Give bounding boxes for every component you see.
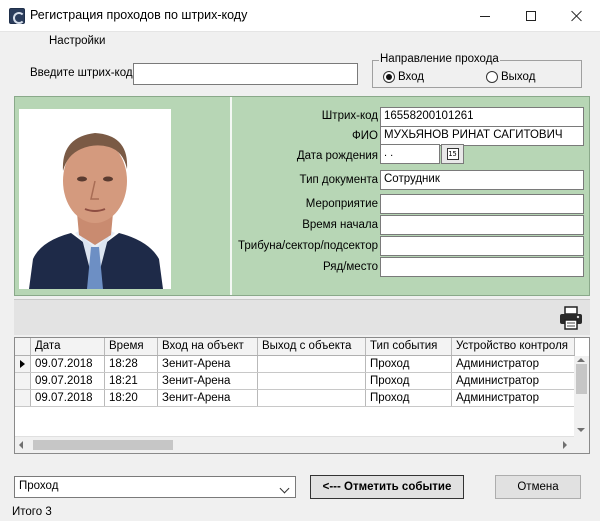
- cell-device: Администратор: [452, 390, 575, 406]
- current-row-icon: [20, 360, 25, 368]
- scroll-down-icon[interactable]: [577, 428, 585, 432]
- grid-vertical-scrollbar[interactable]: [574, 356, 589, 436]
- row-seat-field[interactable]: [380, 257, 584, 277]
- grid-header: Дата Время Вход на объект Выход с объект…: [15, 338, 575, 356]
- grid-header-indicator: [15, 338, 31, 355]
- scrollbar-corner: [574, 436, 589, 453]
- cell-date: 09.07.2018: [31, 373, 105, 389]
- direction-legend: Направление прохода: [379, 53, 500, 65]
- direction-out-label: Выход: [501, 71, 536, 83]
- cell-time: 18:21: [105, 373, 158, 389]
- column-time[interactable]: Время: [105, 338, 158, 355]
- column-exit[interactable]: Выход с объекта: [258, 338, 366, 355]
- barcode-field-label: Штрих-код: [321, 110, 378, 122]
- column-event-type[interactable]: Тип события: [366, 338, 452, 355]
- calendar-icon: 15: [446, 148, 459, 160]
- start-time-field-label: Время начала: [302, 219, 378, 231]
- close-icon: [571, 10, 583, 22]
- mark-event-button[interactable]: <--- Отметить событие: [310, 475, 464, 499]
- cell-date: 09.07.2018: [31, 356, 105, 372]
- table-row[interactable]: 09.07.2018 18:20 Зенит-Арена Проход Адми…: [15, 390, 575, 407]
- table-row[interactable]: 09.07.2018 18:28 Зенит-Арена Проход Адми…: [15, 356, 575, 373]
- column-device[interactable]: Устройство контроля: [452, 338, 575, 355]
- menu-settings[interactable]: Настройки: [46, 35, 108, 47]
- tribune-field[interactable]: [380, 236, 584, 256]
- document-type-field-label: Тип документа: [299, 174, 378, 186]
- cell-entry: Зенит-Арена: [158, 390, 258, 406]
- direction-group: Направление прохода Вход Выход: [372, 53, 582, 88]
- events-grid: Дата Время Вход на объект Выход с объект…: [14, 337, 590, 454]
- event-type-select[interactable]: Проход: [14, 476, 296, 498]
- window-title: Регистрация проходов по штрих-коду: [30, 8, 248, 22]
- row-indicator: [15, 373, 31, 389]
- menu-bar: Настройки: [0, 32, 600, 52]
- vertical-scroll-thumb[interactable]: [576, 364, 587, 394]
- total-count: Итого 3: [12, 506, 52, 518]
- calendar-button[interactable]: 15: [441, 144, 464, 164]
- cell-device: Администратор: [452, 373, 575, 389]
- horizontal-scroll-thumb[interactable]: [33, 440, 173, 450]
- direction-in-label: Вход: [398, 71, 425, 83]
- column-date[interactable]: Дата: [31, 338, 105, 355]
- cell-time: 18:20: [105, 390, 158, 406]
- grid-toolbar: [14, 299, 590, 335]
- cell-exit: [258, 390, 366, 406]
- barcode-input[interactable]: [133, 63, 358, 85]
- row-indicator: [15, 390, 31, 406]
- minimize-icon: [480, 15, 490, 17]
- column-entry[interactable]: Вход на объект: [158, 338, 258, 355]
- radio-checked-icon: [383, 71, 395, 83]
- fullname-field-label: ФИО: [352, 130, 378, 142]
- cell-event-type: Проход: [366, 373, 452, 389]
- birthdate-field-label: Дата рождения: [296, 150, 378, 162]
- grid-horizontal-scrollbar[interactable]: [15, 436, 575, 453]
- start-time-field[interactable]: [380, 215, 584, 235]
- cell-exit: [258, 356, 366, 372]
- maximize-icon: [526, 11, 536, 21]
- birthdate-field[interactable]: . .: [380, 144, 440, 164]
- printer-icon[interactable]: [558, 306, 584, 330]
- scroll-left-icon[interactable]: [19, 441, 23, 449]
- close-button[interactable]: [554, 0, 600, 32]
- app-icon: [9, 8, 25, 24]
- radio-unchecked-icon: [486, 71, 498, 83]
- row-indicator: [15, 356, 31, 372]
- event-field-label: Мероприятие: [305, 198, 378, 210]
- row-seat-field-label: Ряд/место: [322, 261, 378, 273]
- maximize-button[interactable]: [508, 0, 554, 32]
- direction-in-radio[interactable]: Вход: [383, 71, 424, 83]
- title-bar: Регистрация проходов по штрих-коду: [0, 0, 600, 32]
- cell-entry: Зенит-Арена: [158, 373, 258, 389]
- cell-event-type: Проход: [366, 356, 452, 372]
- scroll-right-icon[interactable]: [563, 441, 567, 449]
- tribune-field-label: Трибуна/сектор/подсектор: [238, 240, 378, 252]
- cell-time: 18:28: [105, 356, 158, 372]
- cell-device: Администратор: [452, 356, 575, 372]
- scroll-up-icon[interactable]: [577, 358, 585, 362]
- minimize-button[interactable]: [462, 0, 508, 32]
- cancel-button[interactable]: Отмена: [495, 475, 581, 499]
- barcode-field[interactable]: 16558200101261: [380, 107, 584, 127]
- barcode-input-label: Введите штрих-код: [30, 67, 133, 79]
- cell-entry: Зенит-Арена: [158, 356, 258, 372]
- table-row[interactable]: 09.07.2018 18:21 Зенит-Арена Проход Адми…: [15, 373, 575, 390]
- person-photo: [19, 109, 171, 289]
- cell-exit: [258, 373, 366, 389]
- cell-event-type: Проход: [366, 390, 452, 406]
- event-field[interactable]: [380, 194, 584, 214]
- direction-out-radio[interactable]: Выход: [486, 71, 535, 83]
- fullname-field[interactable]: МУХЬЯНОВ РИНАТ САГИТОВИЧ: [380, 126, 584, 146]
- cell-date: 09.07.2018: [31, 390, 105, 406]
- document-type-field[interactable]: Сотрудник: [380, 170, 584, 190]
